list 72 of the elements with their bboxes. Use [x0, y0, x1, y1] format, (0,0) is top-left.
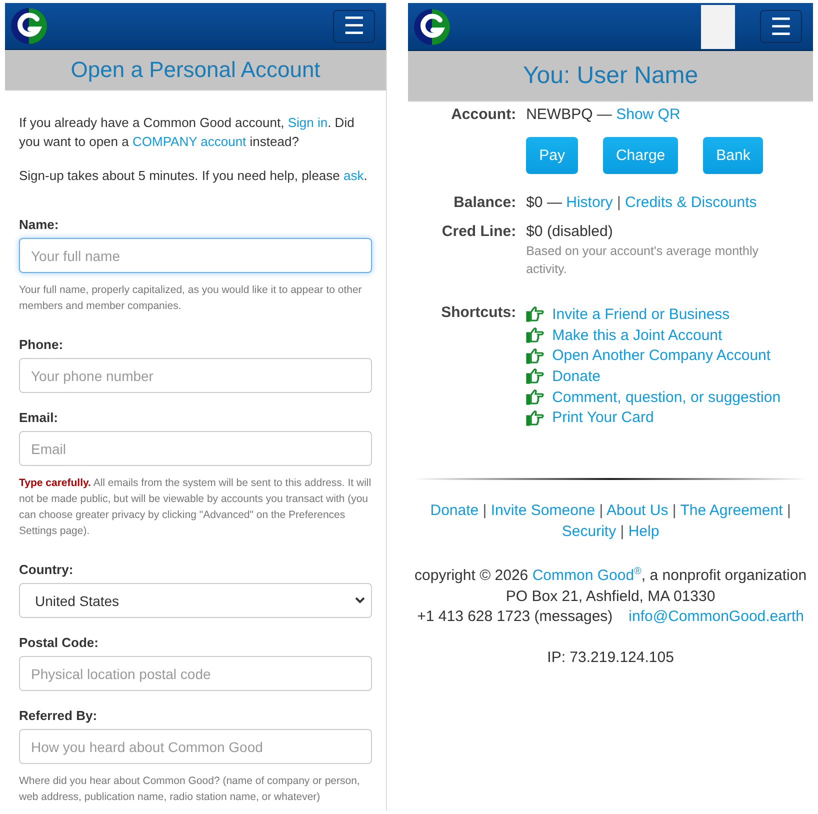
- phone-text: +1 413 628 1723 (messages): [417, 608, 613, 626]
- field-label: Country:: [19, 562, 74, 577]
- input-field[interactable]: Email: [19, 431, 372, 466]
- text-link[interactable]: Common Good: [532, 567, 634, 584]
- footer-link[interactable]: About Us: [606, 502, 668, 520]
- input-field[interactable]: Physical location postal code: [19, 656, 372, 691]
- input-field[interactable]: Your phone number: [19, 358, 372, 393]
- row-label: Balance:: [452, 194, 516, 211]
- action-button[interactable]: Bank: [703, 137, 764, 174]
- pointing-hand-icon: [526, 368, 546, 384]
- shortcut-link[interactable]: Make this a Joint Account: [526, 324, 813, 346]
- shortcut-link[interactable]: Invite a Friend or Business: [526, 304, 813, 325]
- field-label: Name:: [19, 217, 60, 232]
- text-link[interactable]: COMPANY account: [132, 134, 246, 149]
- row-value: $0 —: [526, 194, 562, 211]
- pointing-hand-icon: [526, 348, 546, 364]
- menu-button[interactable]: ☰: [760, 10, 802, 43]
- pointing-hand-icon: [526, 389, 546, 406]
- logo-icon: [10, 7, 48, 45]
- text-link[interactable]: Sign in: [288, 115, 328, 130]
- shortcut-link[interactable]: Print Your Card: [526, 407, 813, 428]
- page-title: You: User Name: [408, 51, 813, 102]
- intro-text: Sign-up takes about 5 minutes. If you need help, please ask.: [19, 167, 368, 185]
- link-separator: |: [672, 502, 676, 520]
- shortcut-link[interactable]: Open Another Company Account: [526, 345, 813, 366]
- logo-icon: [413, 8, 452, 46]
- row-label: Account:: [450, 106, 516, 123]
- field-label: Phone:: [19, 337, 64, 352]
- chevron-down-icon: [355, 597, 366, 604]
- link-separator: |: [599, 502, 604, 520]
- pointing-hand-icon: [526, 410, 546, 426]
- row-label: Shortcuts:: [440, 304, 516, 323]
- help-text: Your full name, properly capitalized, as you would like it to appear to other members and member companies.: [19, 283, 363, 314]
- input-field[interactable]: How you heard about Common Good: [19, 729, 372, 764]
- shortcut-link[interactable]: Comment, question, or suggestion: [526, 386, 813, 408]
- link-separator: |: [482, 502, 487, 520]
- text-link[interactable]: History: [566, 194, 613, 211]
- footer-link[interactable]: Security: [562, 523, 616, 540]
- email-link[interactable]: info@CommonGood.earth: [628, 608, 804, 626]
- intro-text: If you already have a Common Good account, Sign in. Did you want to open a COMPANY account instead?: [19, 114, 356, 151]
- link-separator: |: [620, 523, 624, 540]
- field-label: Email:: [19, 410, 60, 425]
- menu-button[interactable]: ☰: [333, 10, 376, 42]
- footer-link[interactable]: Invite Someone: [490, 502, 596, 520]
- help-text: Type carefully. All emails from the system will be sent to this address. It will not be made public, but will be viewable by accounts you transact with (you can choose greater privacy by clicking "Advanced" on the Preferences Settings page).: [19, 476, 372, 539]
- link-separator: |: [786, 502, 791, 520]
- ip-text: IP: 73.219.124.105: [546, 648, 675, 668]
- footer-link[interactable]: The Agreement: [680, 502, 783, 520]
- field-label: Referred By:: [19, 708, 98, 723]
- footer-link[interactable]: Donate: [430, 502, 479, 520]
- note-text: Based on your account's average monthly activity.: [526, 243, 760, 278]
- copyright-text: copyright © 2026 Common Good$^{®}$, a nonprofit organization: [414, 565, 808, 586]
- address-text: PO Box 21, Ashfield, MA 01330: [504, 586, 716, 607]
- text-link[interactable]: Show QR: [616, 106, 680, 123]
- country-select[interactable]: United States: [19, 583, 372, 618]
- row-label: Cred Line:: [440, 223, 516, 242]
- text-link[interactable]: ask: [344, 168, 364, 183]
- shortcut-link[interactable]: Donate: [526, 366, 813, 387]
- help-text: Where did you hear about Common Good? (name of company or person, web address, publication name, radio station name, or whatever): [19, 774, 361, 805]
- field-label: Postal Code:: [19, 635, 100, 650]
- footer-link[interactable]: Help: [628, 523, 660, 540]
- action-button[interactable]: Pay: [526, 137, 578, 174]
- pointing-hand-icon: [526, 327, 546, 344]
- row-value: $0 (disabled): [526, 223, 613, 240]
- page-title: Open a Personal Account: [5, 50, 386, 91]
- action-button[interactable]: Charge: [602, 137, 678, 174]
- row-value: NEWBPQ —: [526, 106, 612, 123]
- link-separator: |: [616, 194, 621, 211]
- blank-box: [701, 4, 735, 48]
- pointing-hand-icon: [526, 306, 546, 322]
- text-link[interactable]: Credits & Discounts: [625, 194, 757, 211]
- input-field[interactable]: Your full name: [19, 238, 372, 273]
